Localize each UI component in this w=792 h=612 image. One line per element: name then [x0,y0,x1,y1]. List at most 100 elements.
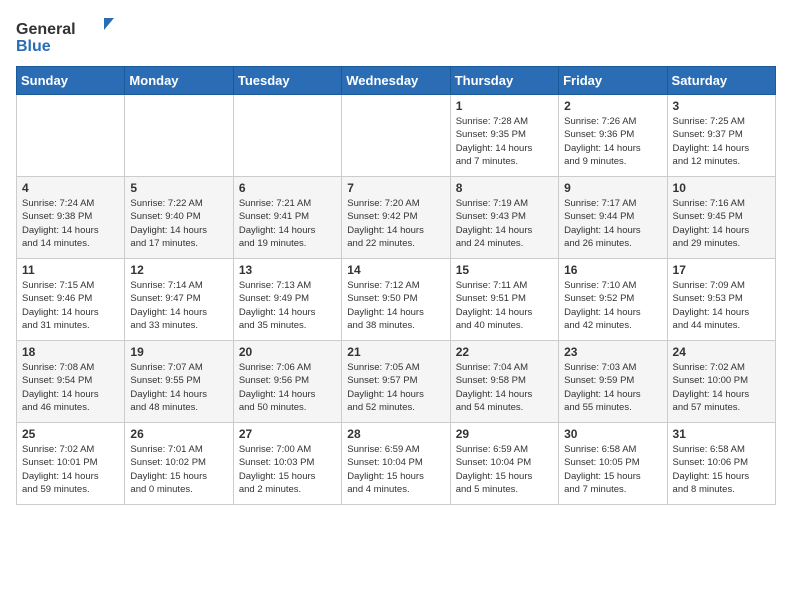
day-info: Sunrise: 7:24 AM Sunset: 9:38 PM Dayligh… [22,197,119,250]
calendar-cell: 9Sunrise: 7:17 AM Sunset: 9:44 PM Daylig… [559,177,667,259]
day-number: 13 [239,263,336,277]
day-number: 30 [564,427,661,441]
day-number: 15 [456,263,553,277]
calendar-cell: 27 Sunrise: 7:00 AM Sunset: 10:03 PM Dayl… [233,423,341,505]
calendar-cell: 2 Sunrise: 7:26 AM Sunset: 9:36 PM Daylig… [559,95,667,177]
calendar-cell: 7Sunrise: 7:20 AM Sunset: 9:42 PM Daylig… [342,177,450,259]
day-info: Sunrise: 7:13 AM Sunset: 9:49 PM Dayligh… [239,279,336,332]
calendar-cell: 25Sunrise: 7:02 AM Sunset: 10:01 PM Dayl… [17,423,125,505]
calendar-cell [17,95,125,177]
day-number: 3 [673,99,770,113]
day-header-monday: Monday [125,67,233,95]
day-info: Sunrise: 7:09 AM Sunset: 9:53 PM Dayligh… [673,279,770,332]
week-row-4: 18 Sunrise: 7:08 AM Sunset: 9:54 PM Dayli… [17,341,776,423]
day-number: 4 [22,181,119,195]
day-number: 31 [673,427,770,441]
day-number: 2 [564,99,661,113]
day-info: Sunrise: 7:12 AM Sunset: 9:50 PM Dayligh… [347,279,444,332]
page-header: GeneralBlue [16,16,776,56]
calendar-cell: 11 Sunrise: 7:15 AM Sunset: 9:46 PM Dayli… [17,259,125,341]
day-number: 8 [456,181,553,195]
calendar-cell: 28 Sunrise: 6:59 AM Sunset: 10:04 PM Dayl… [342,423,450,505]
calendar-table: SundayMondayTuesdayWednesdayThursdayFrid… [16,66,776,505]
calendar-cell: 29 Sunrise: 6:59 AM Sunset: 10:04 PM Dayl… [450,423,558,505]
week-row-2: 4 Sunrise: 7:24 AM Sunset: 9:38 PM Daylig… [17,177,776,259]
calendar-cell: 20 Sunrise: 7:06 AM Sunset: 9:56 PM Dayli… [233,341,341,423]
day-info: Sunrise: 7:28 AM Sunset: 9:35 PM Dayligh… [456,115,553,168]
calendar-cell [342,95,450,177]
day-number: 16 [564,263,661,277]
day-info: Sunrise: 7:22 AM Sunset: 9:40 PM Dayligh… [130,197,227,250]
day-header-saturday: Saturday [667,67,775,95]
day-number: 10 [673,181,770,195]
week-row-1: 1 Sunrise: 7:28 AM Sunset: 9:35 PM Daylig… [17,95,776,177]
calendar-cell [233,95,341,177]
day-info: Sunrise: 7:05 AM Sunset: 9:57 PM Dayligh… [347,361,444,414]
day-info: Sunrise: 7:07 AM Sunset: 9:55 PM Dayligh… [130,361,227,414]
calendar-cell: 13 Sunrise: 7:13 AM Sunset: 9:49 PM Dayli… [233,259,341,341]
day-number: 21 [347,345,444,359]
day-info: Sunrise: 6:59 AM Sunset: 10:04 PM Daylig… [456,443,553,496]
day-info: Sunrise: 7:20 AM Sunset: 9:42 PM Dayligh… [347,197,444,250]
day-number: 18 [22,345,119,359]
day-number: 5 [130,181,227,195]
week-row-3: 11 Sunrise: 7:15 AM Sunset: 9:46 PM Dayli… [17,259,776,341]
day-number: 26 [130,427,227,441]
day-info: Sunrise: 7:02 AM Sunset: 10:01 PM Daylig… [22,443,119,496]
calendar-cell: 1 Sunrise: 7:28 AM Sunset: 9:35 PM Daylig… [450,95,558,177]
day-info: Sunrise: 7:03 AM Sunset: 9:59 PM Dayligh… [564,361,661,414]
calendar-cell: 21 Sunrise: 7:05 AM Sunset: 9:57 PM Dayli… [342,341,450,423]
calendar-cell [125,95,233,177]
calendar-cell: 23 Sunrise: 7:03 AM Sunset: 9:59 PM Dayli… [559,341,667,423]
calendar-cell: 30Sunrise: 6:58 AM Sunset: 10:05 PM Dayl… [559,423,667,505]
day-number: 23 [564,345,661,359]
days-header-row: SundayMondayTuesdayWednesdayThursdayFrid… [17,67,776,95]
calendar-cell: 10 Sunrise: 7:16 AM Sunset: 9:45 PM Dayli… [667,177,775,259]
day-header-tuesday: Tuesday [233,67,341,95]
calendar-cell: 14 Sunrise: 7:12 AM Sunset: 9:50 PM Dayli… [342,259,450,341]
day-info: Sunrise: 7:11 AM Sunset: 9:51 PM Dayligh… [456,279,553,332]
day-info: Sunrise: 7:10 AM Sunset: 9:52 PM Dayligh… [564,279,661,332]
day-info: Sunrise: 7:26 AM Sunset: 9:36 PM Dayligh… [564,115,661,168]
day-number: 1 [456,99,553,113]
calendar-cell: 4 Sunrise: 7:24 AM Sunset: 9:38 PM Daylig… [17,177,125,259]
logo-icon: GeneralBlue [16,16,136,56]
day-number: 17 [673,263,770,277]
day-info: Sunrise: 7:16 AM Sunset: 9:45 PM Dayligh… [673,197,770,250]
calendar-cell: 8 Sunrise: 7:19 AM Sunset: 9:43 PM Daylig… [450,177,558,259]
day-info: Sunrise: 6:59 AM Sunset: 10:04 PM Daylig… [347,443,444,496]
day-info: Sunrise: 7:19 AM Sunset: 9:43 PM Dayligh… [456,197,553,250]
day-info: Sunrise: 7:04 AM Sunset: 9:58 PM Dayligh… [456,361,553,414]
day-number: 20 [239,345,336,359]
calendar-cell: 26Sunrise: 7:01 AM Sunset: 10:02 PM Dayl… [125,423,233,505]
day-number: 24 [673,345,770,359]
day-header-wednesday: Wednesday [342,67,450,95]
day-number: 29 [456,427,553,441]
calendar-cell: 12 Sunrise: 7:14 AM Sunset: 9:47 PM Dayli… [125,259,233,341]
day-number: 27 [239,427,336,441]
calendar-cell: 16 Sunrise: 7:10 AM Sunset: 9:52 PM Dayli… [559,259,667,341]
day-number: 11 [22,263,119,277]
day-header-sunday: Sunday [17,67,125,95]
day-number: 28 [347,427,444,441]
day-info: Sunrise: 7:14 AM Sunset: 9:47 PM Dayligh… [130,279,227,332]
calendar-cell: 22 Sunrise: 7:04 AM Sunset: 9:58 PM Dayli… [450,341,558,423]
day-info: Sunrise: 6:58 AM Sunset: 10:06 PM Daylig… [673,443,770,496]
day-info: Sunrise: 7:15 AM Sunset: 9:46 PM Dayligh… [22,279,119,332]
day-number: 12 [130,263,227,277]
calendar-cell: 24 Sunrise: 7:02 AM Sunset: 10:00 PM Dayl… [667,341,775,423]
day-number: 19 [130,345,227,359]
day-number: 6 [239,181,336,195]
day-number: 14 [347,263,444,277]
calendar-cell: 3 Sunrise: 7:25 AM Sunset: 9:37 PM Daylig… [667,95,775,177]
day-info: Sunrise: 7:08 AM Sunset: 9:54 PM Dayligh… [22,361,119,414]
day-number: 9 [564,181,661,195]
day-number: 22 [456,345,553,359]
day-info: Sunrise: 7:02 AM Sunset: 10:00 PM Daylig… [673,361,770,414]
day-info: Sunrise: 7:00 AM Sunset: 10:03 PM Daylig… [239,443,336,496]
day-info: Sunrise: 7:21 AM Sunset: 9:41 PM Dayligh… [239,197,336,250]
svg-text:General: General [16,21,76,38]
day-header-thursday: Thursday [450,67,558,95]
day-info: Sunrise: 7:25 AM Sunset: 9:37 PM Dayligh… [673,115,770,168]
day-info: Sunrise: 7:06 AM Sunset: 9:56 PM Dayligh… [239,361,336,414]
